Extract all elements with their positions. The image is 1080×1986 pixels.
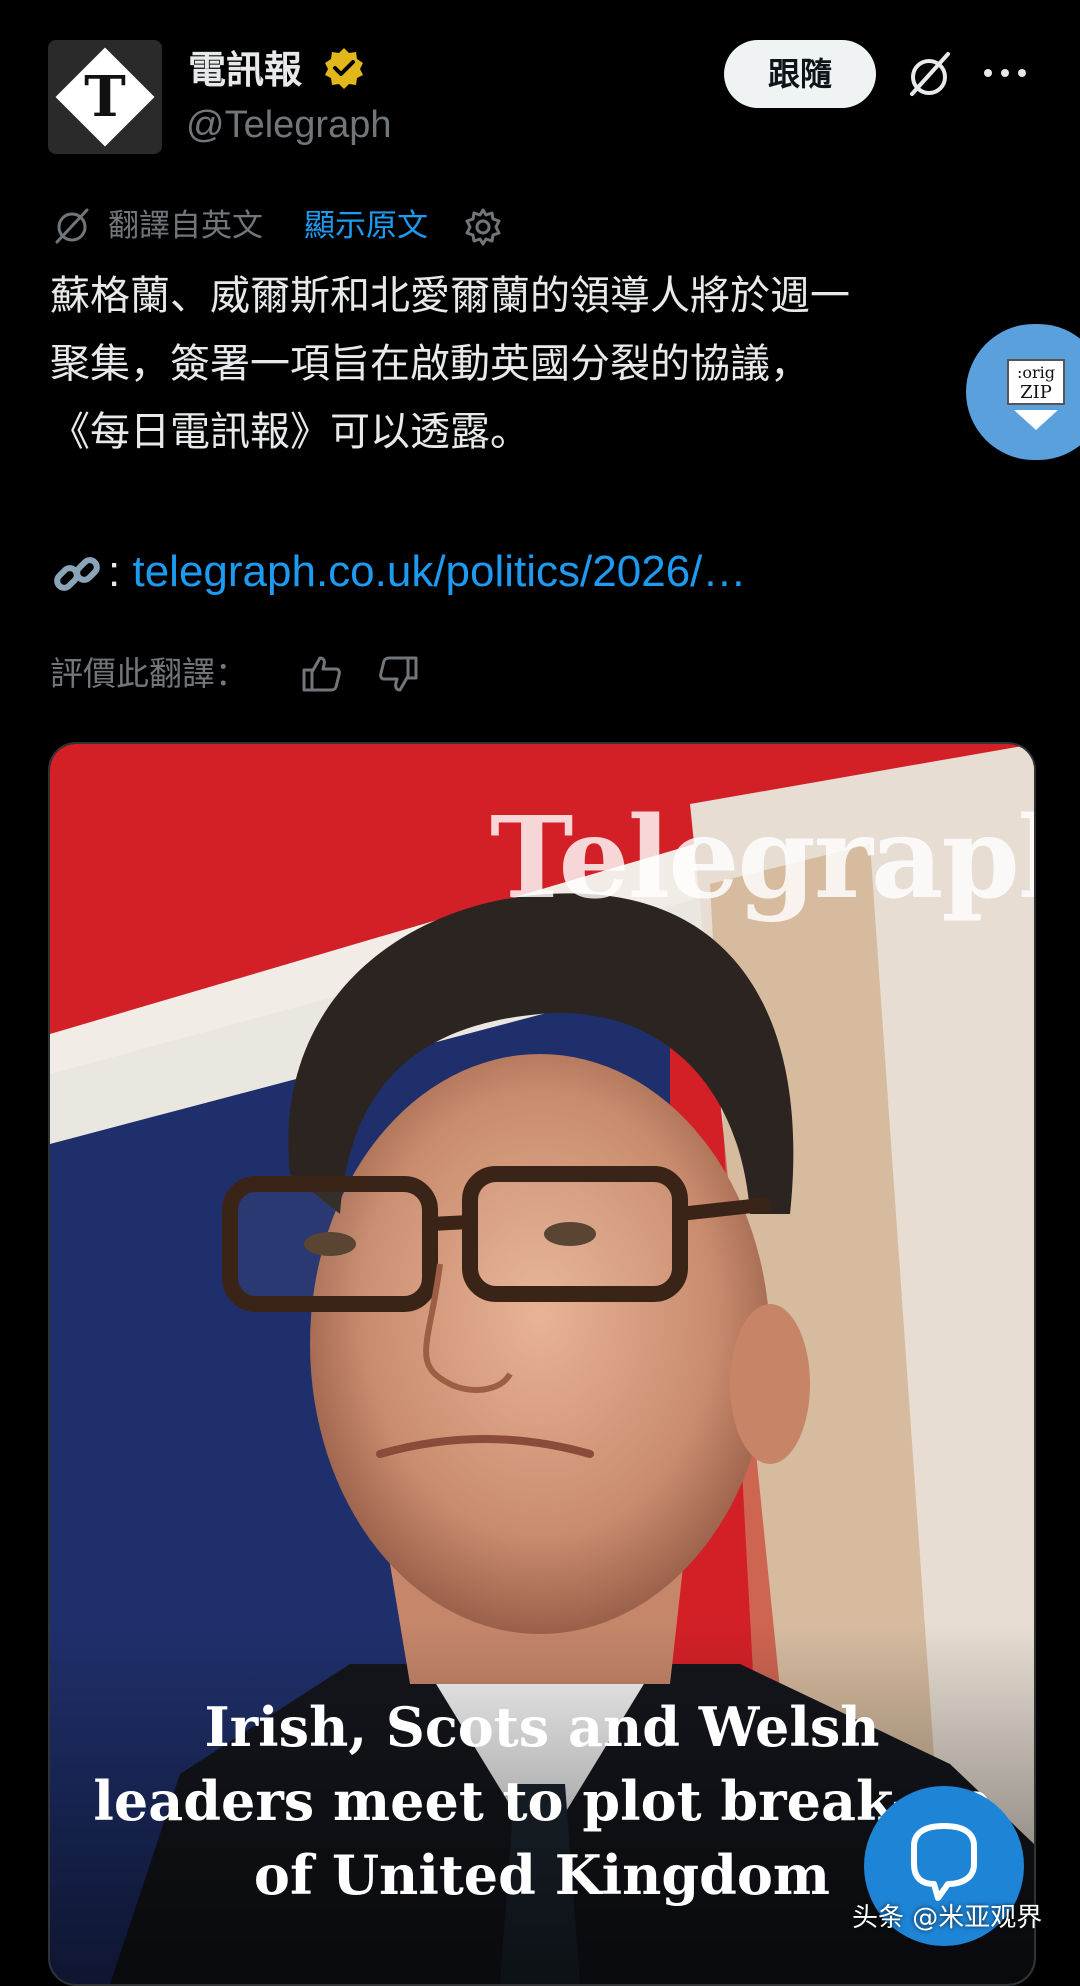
verified-badge-icon <box>325 48 363 89</box>
show-original-link[interactable]: 顯示原文 <box>304 204 428 248</box>
link-colon: : <box>108 547 121 596</box>
media-masthead: Telegraph <box>490 793 1034 924</box>
more-dots-icon[interactable] <box>980 58 1030 88</box>
tweet-line: 《每日電訊報》可以透露。 <box>50 409 530 455</box>
rate-translation-label: 評價此翻譯： <box>50 654 248 693</box>
tweet-line: 蘇格蘭、威爾斯和北愛爾蘭的領導人將於週一 <box>50 273 850 319</box>
translation-label: 翻譯自英文 <box>108 208 263 244</box>
display-name[interactable]: 電訊報 <box>188 44 302 96</box>
thumbs-down-icon[interactable] <box>376 652 420 696</box>
grok-icon[interactable] <box>902 48 956 102</box>
zip-line2: ZIP <box>1020 382 1052 403</box>
gear-icon[interactable] <box>462 206 504 248</box>
zip-download-icon: :orig ZIP <box>1007 359 1065 430</box>
avatar[interactable]: T <box>48 40 162 154</box>
tweet-line: 聚集，簽署一項旨在啟動英國分裂的協議， <box>50 341 810 387</box>
zip-line1: :orig <box>1017 363 1055 382</box>
link-icon <box>54 557 100 592</box>
avatar-letter: T <box>84 64 126 130</box>
thumbs-up-icon[interactable] <box>300 652 344 696</box>
handle[interactable]: @Telegraph <box>186 100 391 150</box>
link-row: : telegraph.co.uk/politics/2026/… <box>50 540 746 604</box>
tweet-text: 蘇格蘭、威爾斯和北愛爾蘭的領導人將於週一 聚集，簽署一項旨在啟動英國分裂的協議，… <box>50 262 1010 466</box>
watermark: 头条 @米亚观界 <box>852 1903 1043 1933</box>
translate-icon <box>55 208 89 244</box>
zip-download-button[interactable]: :orig ZIP <box>966 324 1080 460</box>
media-headline-line: Irish, Scots and Welsh <box>204 1695 880 1759</box>
tweet-link[interactable]: telegraph.co.uk/politics/2026/… <box>132 547 746 596</box>
follow-button[interactable]: 跟隨 <box>724 40 876 108</box>
